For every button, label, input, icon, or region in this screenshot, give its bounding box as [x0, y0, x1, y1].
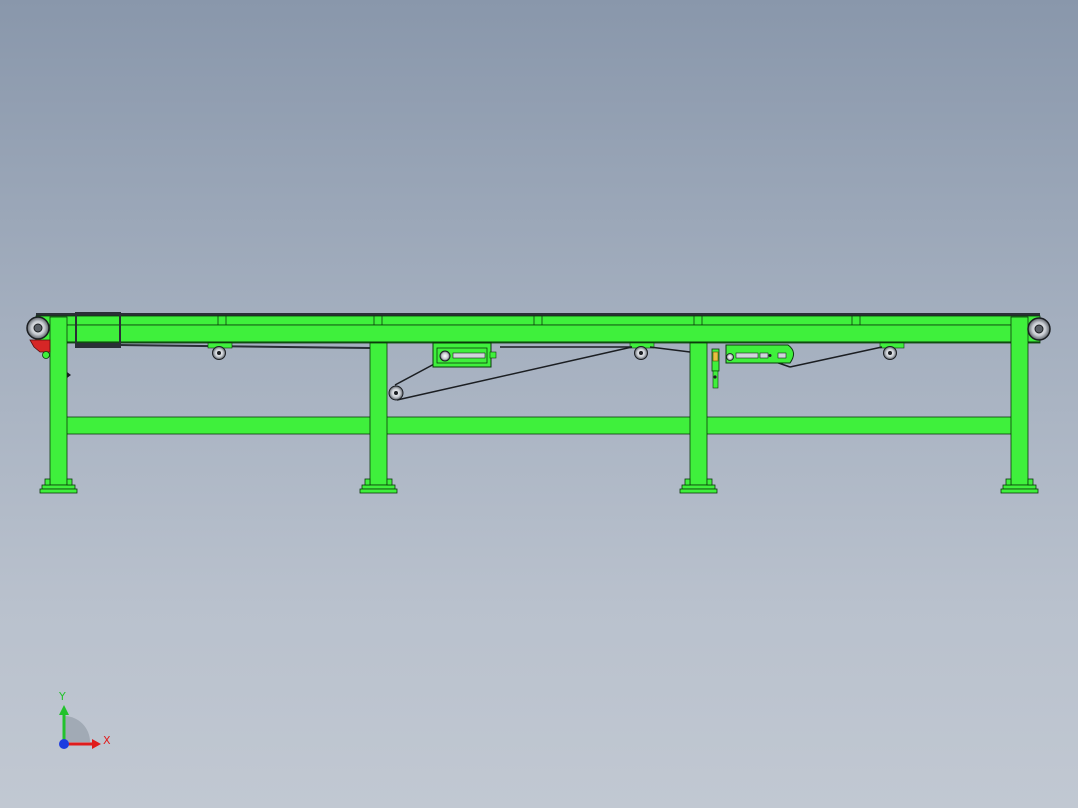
coordinate-triad[interactable]: X Y — [58, 690, 111, 749]
idler-rollers — [207, 342, 905, 360]
z-axis-dot — [59, 739, 69, 749]
tensioner-unit — [432, 342, 497, 368]
leg-2 — [369, 342, 388, 486]
lower-stretcher — [65, 416, 1013, 435]
leveling-feet — [39, 478, 1039, 494]
sensor-bracket — [711, 348, 720, 389]
pneumatic-guide — [725, 344, 794, 364]
leg-3 — [689, 342, 708, 486]
cad-viewport[interactable]: X Y — [0, 0, 1078, 808]
triad-arc — [64, 716, 90, 742]
tail-roller — [1027, 317, 1051, 341]
main-beam — [35, 324, 1041, 344]
x-axis-label: X — [103, 734, 111, 747]
y-axis-label: Y — [58, 690, 66, 703]
head-roller — [26, 316, 50, 340]
leg-4 — [1010, 316, 1029, 486]
conveyor-assembly[interactable] — [26, 312, 1051, 494]
snub-roller — [388, 385, 404, 401]
leg-1 — [49, 316, 68, 486]
